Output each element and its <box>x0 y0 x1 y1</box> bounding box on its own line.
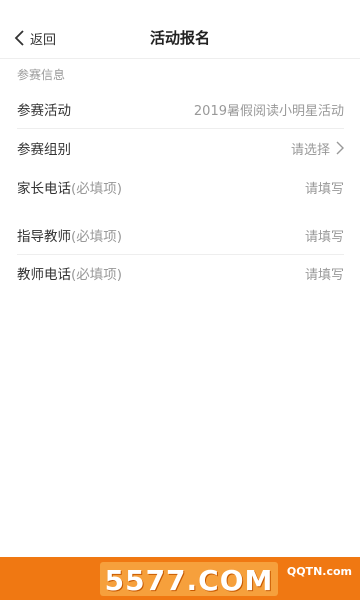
row-label: 教师电话(必填项) <box>17 267 123 283</box>
teacher-phone-input[interactable]: 请填写 <box>305 264 344 283</box>
form-row-parent-phone[interactable]: 家长电话(必填项) 请填写 <box>17 168 344 206</box>
banner-logo-text: 5577.COM <box>104 564 274 597</box>
form-row-teacher-phone[interactable]: 教师电话(必填项) 请填写 <box>17 254 344 292</box>
teacher-input[interactable]: 请填写 <box>305 226 344 245</box>
required-hint: (必填项) <box>71 181 123 197</box>
required-hint: (必填项) <box>71 229 123 245</box>
site-logo: QQTN.com <box>286 565 352 578</box>
page-title: 活动报名 <box>149 29 210 47</box>
chevron-right-icon <box>336 141 344 155</box>
row-label: 家长电话(必填项) <box>17 181 123 197</box>
required-hint: (必填项) <box>71 267 123 283</box>
parent-phone-input[interactable]: 请填写 <box>305 178 344 197</box>
form-row-activity[interactable]: 参赛活动 2019暑假阅读小明星活动 <box>17 90 344 129</box>
navigation-bar: 返回 活动报名 <box>0 0 360 59</box>
section-label: 参赛信息 <box>17 68 66 82</box>
row-label: 参赛活动 <box>17 103 71 119</box>
form-row-teacher[interactable]: 指导教师(必填项) 请填写 <box>17 216 344 255</box>
watermark-banner: 5577.COM QQTN.com <box>0 557 360 600</box>
form-row-group[interactable]: 参赛组别 请选择 <box>17 129 344 167</box>
activity-value: 2019暑假阅读小明星活动 <box>193 103 344 119</box>
group-select[interactable]: 请选择 <box>291 139 344 158</box>
banner-plate: 5577.COM <box>100 562 278 597</box>
row-label: 参赛组别 <box>17 142 71 158</box>
row-label: 指导教师(必填项) <box>17 229 123 245</box>
